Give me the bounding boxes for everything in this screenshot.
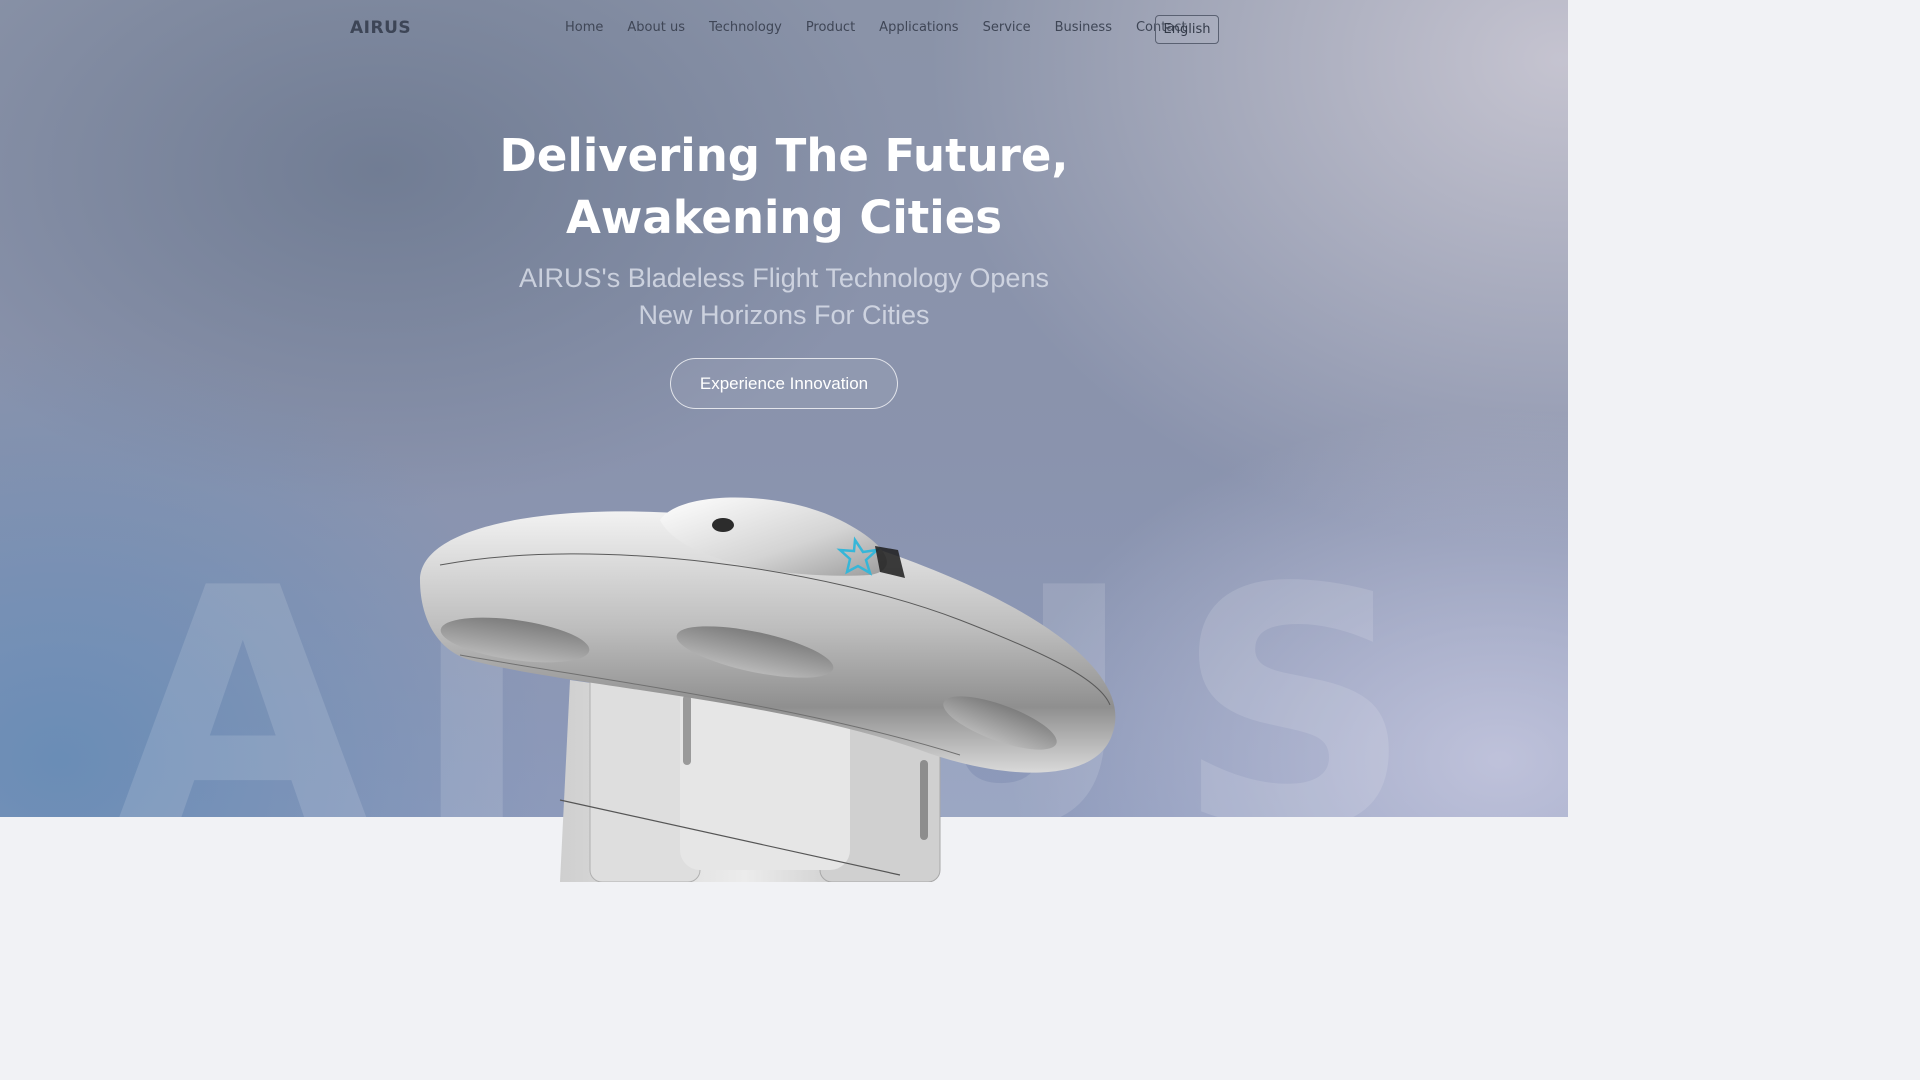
- nav-link-technology[interactable]: Technology: [709, 20, 782, 35]
- hero-subheadline-line-2: New Horizons For Cities: [638, 300, 930, 330]
- hero-headline-line-1: Delivering The Future,: [499, 129, 1069, 182]
- nav-link-service[interactable]: Service: [983, 20, 1031, 35]
- hero-headline: Delivering The Future, Awakening Cities: [384, 125, 1184, 249]
- top-navbar: AIRUS Home About us Technology Product A…: [0, 0, 1568, 58]
- nav-link-product[interactable]: Product: [806, 20, 855, 35]
- hero-headline-line-2: Awakening Cities: [565, 191, 1003, 244]
- experience-innovation-button[interactable]: Experience Innovation: [670, 358, 898, 409]
- hero-subheadline: AIRUS's Bladeless Flight Technology Open…: [384, 260, 1184, 334]
- language-selector-button[interactable]: English: [1155, 15, 1219, 44]
- nav-link-business[interactable]: Business: [1055, 20, 1112, 35]
- brand-logo[interactable]: AIRUS: [350, 18, 411, 38]
- hero-subheadline-line-1: AIRUS's Bladeless Flight Technology Open…: [519, 263, 1049, 293]
- nav-link-about-us[interactable]: About us: [627, 20, 685, 35]
- nav-link-home[interactable]: Home: [565, 20, 603, 35]
- bladeless-drone-image: [420, 497, 1116, 882]
- nav-links: Home About us Technology Product Applica…: [565, 20, 1211, 35]
- nav-link-applications[interactable]: Applications: [879, 20, 958, 35]
